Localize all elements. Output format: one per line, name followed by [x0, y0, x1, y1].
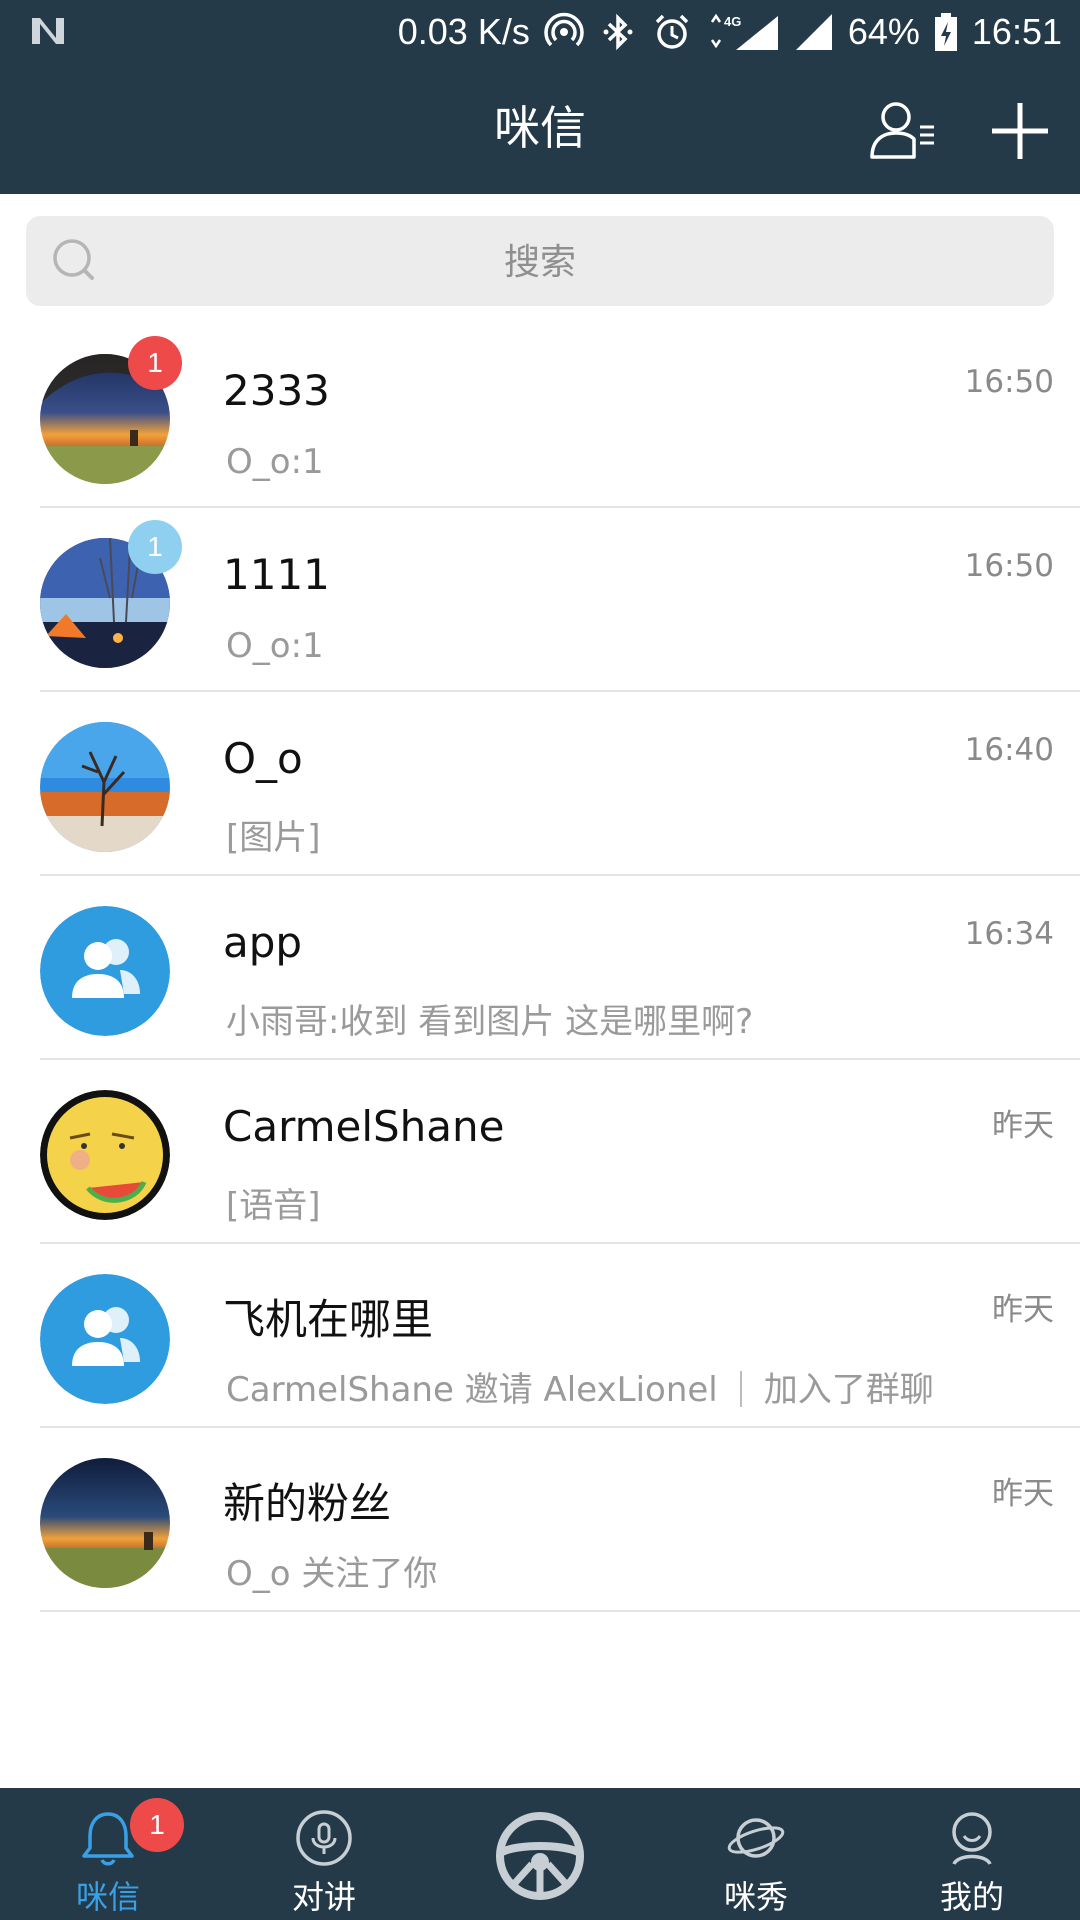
night-field-photo	[40, 1458, 170, 1588]
search-icon	[53, 239, 94, 280]
clock: 16:51	[971, 11, 1062, 52]
signal-icon	[795, 14, 832, 50]
avatar	[40, 906, 170, 1036]
planet-icon	[727, 1818, 785, 1858]
conversation-row[interactable]: O_o [图片] 16:40	[0, 692, 1080, 876]
conversation-preview: O_o:1	[226, 626, 324, 666]
conversation-preview: O_o 关注了你	[226, 1554, 438, 1594]
tab-intercom[interactable]: 对讲	[234, 1788, 414, 1920]
conversation-time: 昨天	[992, 1108, 1054, 1144]
conversation-time: 16:40	[964, 732, 1054, 768]
conversation-name: CarmelShane	[223, 1102, 505, 1151]
conversation-row[interactable]: 新的粉丝 O_o 关注了你 昨天	[0, 1428, 1080, 1612]
tab-label: 我的	[939, 1878, 1004, 1916]
unread-badge: 1	[128, 520, 182, 574]
search-box[interactable]	[26, 216, 1054, 308]
conversation-preview: [图片]	[226, 818, 321, 858]
conversation-preview: O_o:1	[226, 442, 324, 482]
battery-icon	[934, 13, 957, 51]
separator	[739, 1371, 742, 1407]
conversation-time: 昨天	[992, 1476, 1054, 1512]
conversation-list: 1 2333 O_o:1 16:50 1 1111 O_o:1 16:50 O_…	[0, 324, 1080, 1612]
search-input[interactable]	[116, 216, 964, 308]
tab-messages[interactable]: 1 咪信	[18, 1788, 198, 1920]
emoji-watermelon	[40, 1090, 170, 1220]
conversation-name: 1111	[223, 550, 330, 599]
alarm-icon	[655, 14, 689, 49]
preview-part: 加入了群聊	[763, 1370, 934, 1410]
conversation-time: 16:34	[964, 916, 1054, 952]
bottom-navigation: 1 咪信 对讲 咪秀 我的	[0, 1788, 1080, 1920]
svg-text:4G: 4G	[724, 14, 741, 29]
search-section	[0, 194, 1080, 324]
avatar	[40, 1274, 170, 1404]
conversation-row[interactable]: app 小雨哥:收到 看到图片 这是哪里啊? 16:34	[0, 876, 1080, 1060]
bluetooth-icon	[603, 13, 633, 51]
conversation-name: 2333	[223, 366, 330, 415]
plus-icon[interactable]	[982, 93, 1058, 169]
avatar	[40, 1458, 170, 1588]
notification-n-icon	[32, 18, 64, 44]
conversation-preview: CarmelShane 邀请 AlexLionel 加入了群聊	[226, 1362, 934, 1411]
unread-badge: 1	[130, 1798, 184, 1852]
person-icon	[952, 1812, 992, 1866]
avatar	[40, 722, 170, 852]
group-icon	[40, 1274, 170, 1404]
conversation-row[interactable]: CarmelShane [语音] 昨天	[0, 1060, 1080, 1244]
battery-percent: 64%	[847, 11, 920, 52]
steering-wheel-icon[interactable]	[494, 1810, 586, 1902]
tab-me[interactable]: 我的	[882, 1788, 1062, 1920]
tab-label: 对讲	[291, 1878, 356, 1916]
tab-show[interactable]: 咪秀	[666, 1788, 846, 1920]
status-bar: 0.03 K/s 4G 64% 16:51	[0, 0, 1080, 63]
conversation-row[interactable]: 1 2333 O_o:1 16:50	[0, 324, 1080, 508]
conversation-time: 昨天	[992, 1292, 1054, 1328]
conversation-preview: 小雨哥:收到 看到图片 这是哪里啊?	[226, 1002, 754, 1042]
bell-icon	[82, 1812, 134, 1866]
conversation-time: 16:50	[964, 364, 1054, 400]
unread-badge: 1	[128, 336, 182, 390]
conversation-name: app	[223, 918, 303, 967]
group-icon	[40, 906, 170, 1036]
conversation-name: 飞机在哪里	[223, 1295, 434, 1344]
conversation-time: 16:50	[964, 548, 1054, 584]
desert-tree-photo	[40, 722, 170, 852]
network-speed: 0.03 K/s	[397, 11, 530, 52]
divider	[40, 1610, 1080, 1612]
data-signal-icon: 4G	[710, 13, 778, 50]
conversation-row[interactable]: 飞机在哪里 CarmelShane 邀请 AlexLionel 加入了群聊 昨天	[0, 1244, 1080, 1428]
tab-label: 咪秀	[723, 1878, 788, 1916]
conversation-preview: [语音]	[226, 1186, 321, 1226]
conversation-name: 新的粉丝	[223, 1479, 392, 1528]
preview-part: CarmelShane 邀请 AlexLionel	[226, 1370, 718, 1410]
microphone-icon	[296, 1810, 352, 1866]
conversation-row[interactable]: 1 1111 O_o:1 16:50	[0, 508, 1080, 692]
tab-label: 咪信	[75, 1878, 140, 1916]
hotspot-icon	[544, 12, 584, 47]
contacts-list-icon[interactable]	[864, 93, 940, 169]
conversation-name: O_o	[223, 734, 303, 783]
avatar	[40, 1090, 170, 1220]
app-header: 咪信	[0, 63, 1080, 194]
